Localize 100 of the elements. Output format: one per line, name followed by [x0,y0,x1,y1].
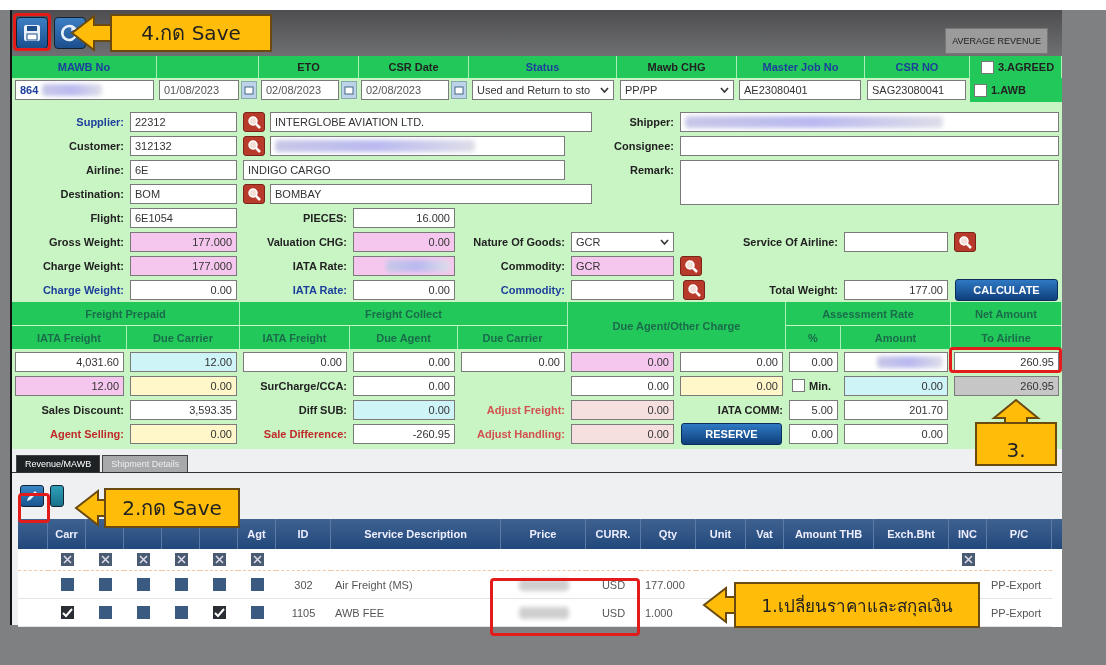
checkbox[interactable] [250,606,264,619]
input-field[interactable]: SAG23080041 [867,80,966,100]
toolbar-button[interactable] [50,485,64,507]
input-field[interactable] [353,255,455,276]
input-field[interactable]: 5.00 [789,399,838,420]
input-field[interactable]: 16.000 [353,207,455,228]
search-button[interactable] [243,111,265,132]
field-label: Sale Difference: [263,427,348,440]
dropdown[interactable]: PP/PP [620,80,734,100]
column-header: Due Agent/Other Charge [568,302,786,349]
filter-checkbox[interactable] [961,553,975,566]
input-field[interactable]: 4,031.60 [15,351,124,372]
checkbox[interactable] [980,60,994,74]
input-field[interactable]: 201.70 [844,399,948,420]
input-field[interactable]: 0.00 [844,375,948,396]
checkbox[interactable] [974,83,987,97]
input-field[interactable]: 0.00 [680,375,783,396]
input-field[interactable]: 12.00 [15,375,124,396]
input-field[interactable]: 0.00 [353,399,455,420]
date-field[interactable]: 02/08/2023 [261,80,339,100]
checkbox[interactable] [212,578,226,591]
filter-checkbox[interactable] [60,553,74,566]
save-button[interactable] [16,17,48,49]
input-field[interactable]: 0.00 [353,231,455,252]
checkbox[interactable] [792,379,805,392]
input-field[interactable]: 0.00 [130,375,237,396]
input-field[interactable]: 0.00 [571,423,674,444]
date-field[interactable]: 02/08/2023 [361,80,449,100]
filter-checkbox[interactable] [136,553,150,566]
calendar-button[interactable] [341,81,357,99]
input-field[interactable]: AE23080401 [739,80,861,100]
remark-field[interactable] [680,160,1059,205]
checkbox[interactable] [212,606,226,619]
search-button[interactable] [683,279,705,300]
input-field[interactable] [844,351,948,372]
input-field[interactable]: 22312 [130,111,237,132]
input-field[interactable] [270,135,565,156]
input-field[interactable]: 3,593.35 [130,399,237,420]
callout: 1.เปลี่ยนราคาและสกุลเงิน [734,582,980,628]
input-field[interactable] [680,135,1059,156]
input-field[interactable]: 177.000 [130,231,237,252]
checkbox[interactable] [136,606,150,619]
search-button[interactable] [243,135,265,156]
dropdown[interactable]: Used and Return to sto [472,80,614,100]
average-revenue-button[interactable]: AVERAGE REVENUE [945,28,1048,54]
input-field[interactable]: 0.00 [680,351,783,372]
input-field[interactable]: -260.95 [353,423,455,444]
search-button[interactable] [243,183,265,204]
input-field[interactable] [680,111,1059,132]
checkbox[interactable] [60,606,74,619]
action-button[interactable]: CALCULATE [955,278,1058,301]
input-field[interactable]: 0.00 [789,351,838,372]
filter-checkbox[interactable] [212,553,226,566]
input-field[interactable]: 260.95 [954,351,1059,372]
checkbox[interactable] [60,578,74,591]
input-field[interactable]: 0.00 [571,351,674,372]
column-header: CSR Date [388,61,439,73]
input-field[interactable]: GCR [571,255,674,276]
search-button[interactable] [680,255,702,276]
checkbox[interactable] [174,578,188,591]
date-field[interactable]: 01/08/2023 [159,80,239,100]
input-field[interactable]: 0.00 [844,423,948,444]
checkbox[interactable] [250,578,264,591]
input-field[interactable] [844,231,948,252]
input-field[interactable]: 0.00 [789,423,838,444]
filter-checkbox[interactable] [174,553,188,566]
input-field[interactable]: BOMBAY [270,183,592,204]
input-field[interactable]: 177.000 [130,255,237,276]
input-field[interactable]: 177.00 [844,279,948,300]
input-field[interactable]: 0.00 [130,423,237,444]
filter-checkbox[interactable] [250,553,264,566]
input-field[interactable]: 0.00 [353,279,455,300]
search-button[interactable] [954,231,976,252]
checkbox[interactable] [98,578,112,591]
input-field[interactable]: 0.00 [130,279,237,300]
input-field[interactable]: 0.00 [243,351,347,372]
filter-checkbox[interactable] [98,553,112,566]
input-field[interactable]: 864 [15,80,154,100]
input-field[interactable]: 0.00 [353,375,455,396]
input-field[interactable]: INDIGO CARGO [243,159,565,180]
checkbox[interactable] [174,606,188,619]
checkbox[interactable] [98,606,112,619]
input-field[interactable]: 312132 [130,135,237,156]
dropdown[interactable]: GCR [571,231,674,252]
input-field[interactable]: 6E [130,159,237,180]
input-field[interactable]: 0.00 [461,351,565,372]
input-field[interactable]: 260.95 [954,375,1059,396]
input-field[interactable]: 6E1054 [130,207,237,228]
tab[interactable]: Revenue/MAWB [16,455,101,472]
input-field[interactable]: 0.00 [571,399,674,420]
calendar-button[interactable] [451,81,467,99]
input-field[interactable]: BOM [130,183,237,204]
input-field[interactable]: 0.00 [571,375,674,396]
input-field[interactable] [571,279,674,300]
calendar-button[interactable] [241,81,257,99]
input-field[interactable]: INTERGLOBE AVIATION LTD. [270,111,592,132]
input-field[interactable]: 12.00 [130,351,237,372]
action-button[interactable]: RESERVE [681,422,782,445]
input-field[interactable]: 0.00 [353,351,455,372]
checkbox[interactable] [136,578,150,591]
